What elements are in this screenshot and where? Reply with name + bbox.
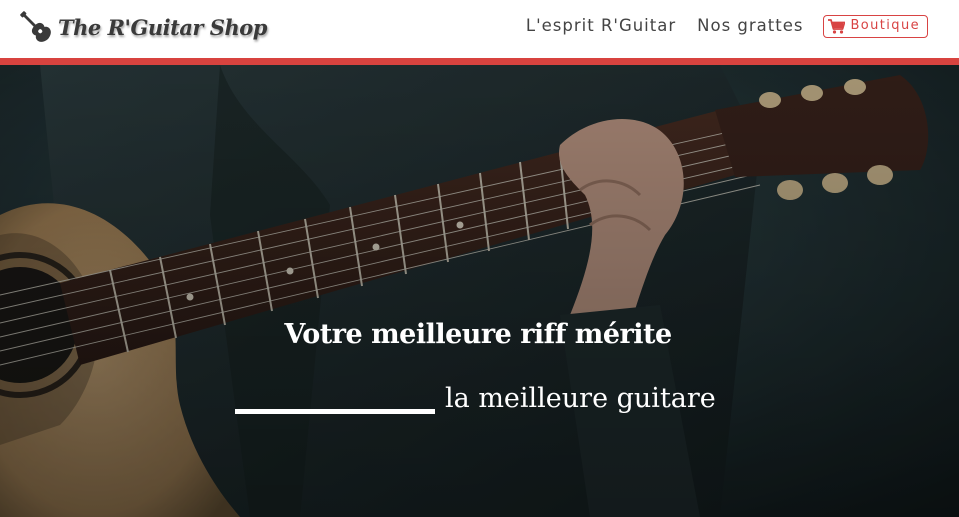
hero-guitar-image bbox=[0, 65, 959, 517]
nav-link-esprit[interactable]: L'esprit R'Guitar bbox=[526, 14, 676, 38]
logo-text: The R'Guitar Shop bbox=[58, 14, 267, 40]
accent-bar bbox=[0, 58, 959, 65]
cart-icon bbox=[828, 18, 846, 34]
hero-title: Votre meilleure riff mérite bbox=[284, 319, 672, 350]
guitar-icon bbox=[20, 11, 51, 42]
shop-button-label: Boutique bbox=[850, 18, 920, 33]
hero-subtitle: la meilleure guitare bbox=[445, 383, 716, 414]
nav-link-grattes[interactable]: Nos grattes bbox=[697, 14, 803, 38]
hero-subtitle-row: la meilleure guitare bbox=[235, 377, 716, 417]
shop-button[interactable]: Boutique bbox=[823, 14, 928, 38]
site-header: The R'Guitar Shop L'esprit R'Guitar Nos … bbox=[0, 0, 959, 58]
typing-underline bbox=[235, 409, 435, 414]
hero-section: Votre meilleure riff mérite la meilleure… bbox=[0, 65, 959, 517]
logo-link[interactable]: The R'Guitar Shop bbox=[16, 6, 267, 48]
main-nav: L'esprit R'Guitar Nos grattes Boutique bbox=[526, 14, 928, 38]
